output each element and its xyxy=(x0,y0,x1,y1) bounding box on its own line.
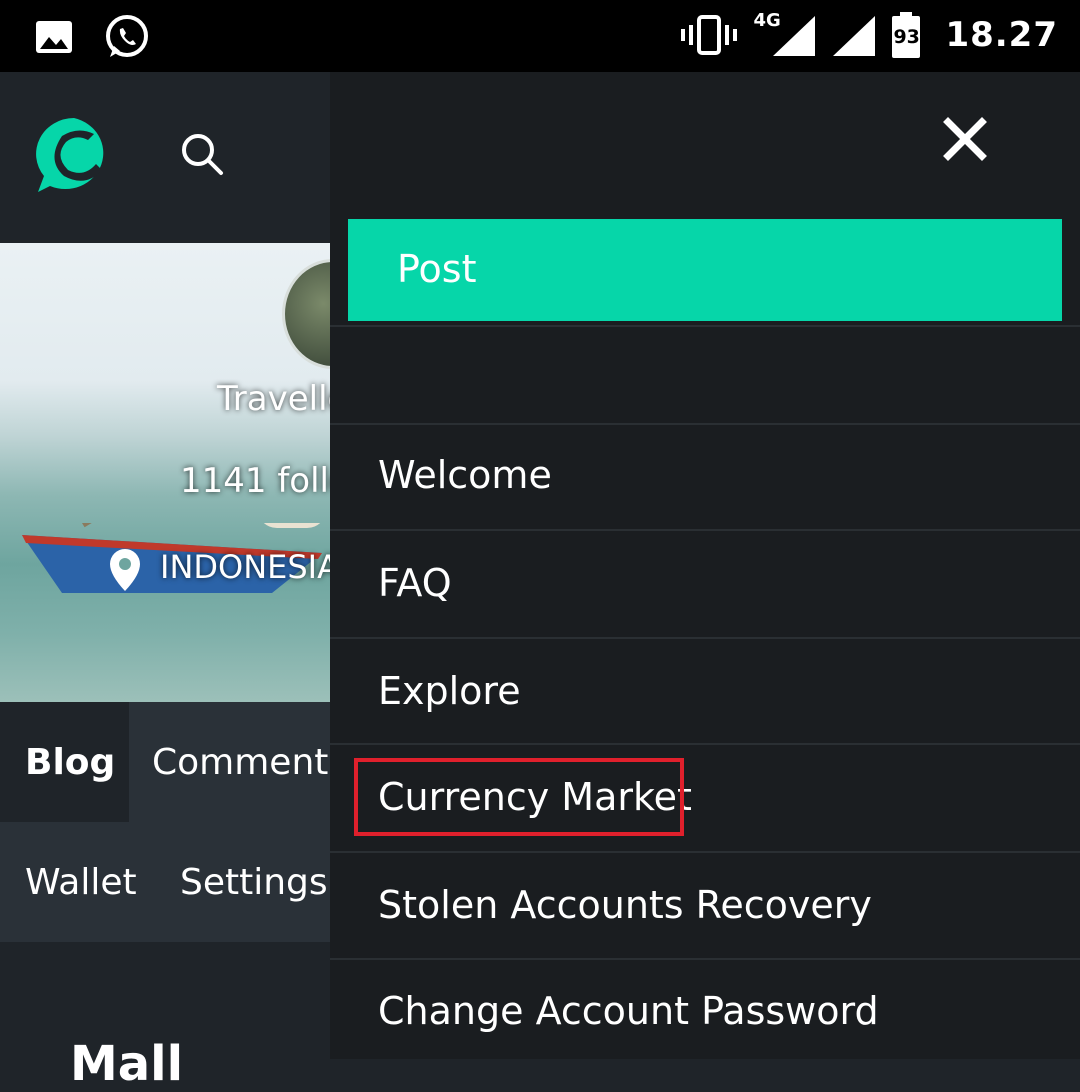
image-icon xyxy=(34,17,74,57)
signal-icon xyxy=(831,10,877,60)
menu-item-label: Explore xyxy=(378,669,521,713)
close-icon[interactable] xyxy=(942,116,988,162)
tab-blog-label: Blog xyxy=(25,742,116,783)
tab-wallet[interactable]: Wallet xyxy=(25,862,137,903)
vibrate-icon xyxy=(681,13,738,57)
post-button[interactable]: Post xyxy=(348,219,1062,321)
battery-icon: 93 xyxy=(891,10,921,60)
post-button-label: Post xyxy=(397,247,477,291)
tab-blog[interactable]: Blog xyxy=(0,702,129,822)
network-type-label: 4G xyxy=(753,10,781,31)
profile-cover: Travelle 1141 follo INDONESIA xyxy=(0,243,330,702)
tab-comments[interactable]: Comments xyxy=(152,742,347,783)
menu-item-welcome[interactable]: Welcome xyxy=(330,423,1080,529)
steemit-logo-icon[interactable] xyxy=(28,112,120,202)
content-heading-fragment: Mall xyxy=(70,1036,230,1092)
app-header xyxy=(0,72,330,243)
menu-item-label: Stolen Accounts Recovery xyxy=(378,883,872,927)
tab-settings[interactable]: Settings xyxy=(180,862,328,903)
menu-item-label: Change Account Password xyxy=(378,989,879,1033)
menu-item-explore[interactable]: Explore xyxy=(330,639,1080,745)
followers-count: 1141 follo xyxy=(180,461,330,501)
menu-item-faq[interactable]: FAQ xyxy=(330,531,1080,637)
profile-tabs-row2: Wallet Settings xyxy=(0,822,330,942)
menu-item-change-account-password[interactable]: Change Account Password xyxy=(330,959,1080,1065)
menu-item-label: Welcome xyxy=(378,453,552,497)
menu-item-stolen-accounts-recovery[interactable]: Stolen Accounts Recovery xyxy=(330,853,1080,959)
navigation-drawer: Post Welcome FAQ Explore Currency Market… xyxy=(330,72,1080,1059)
status-bar: 4G 93 18.27 xyxy=(0,0,1080,72)
highlight-box xyxy=(354,758,684,836)
whatsapp-icon xyxy=(102,13,150,61)
content-heading-text: Mall xyxy=(70,1036,184,1092)
search-icon[interactable] xyxy=(178,130,226,182)
location-text: INDONESIA xyxy=(160,548,330,586)
divider xyxy=(330,325,1080,327)
location-pin-icon xyxy=(108,547,142,597)
profile-tabs: Blog Comments xyxy=(0,702,347,822)
signal-icon: 4G xyxy=(751,10,817,60)
battery-level: 93 xyxy=(893,26,920,48)
menu-item-label: FAQ xyxy=(378,561,452,605)
clock: 18.27 xyxy=(945,15,1058,55)
profile-name: Travelle xyxy=(217,379,330,419)
